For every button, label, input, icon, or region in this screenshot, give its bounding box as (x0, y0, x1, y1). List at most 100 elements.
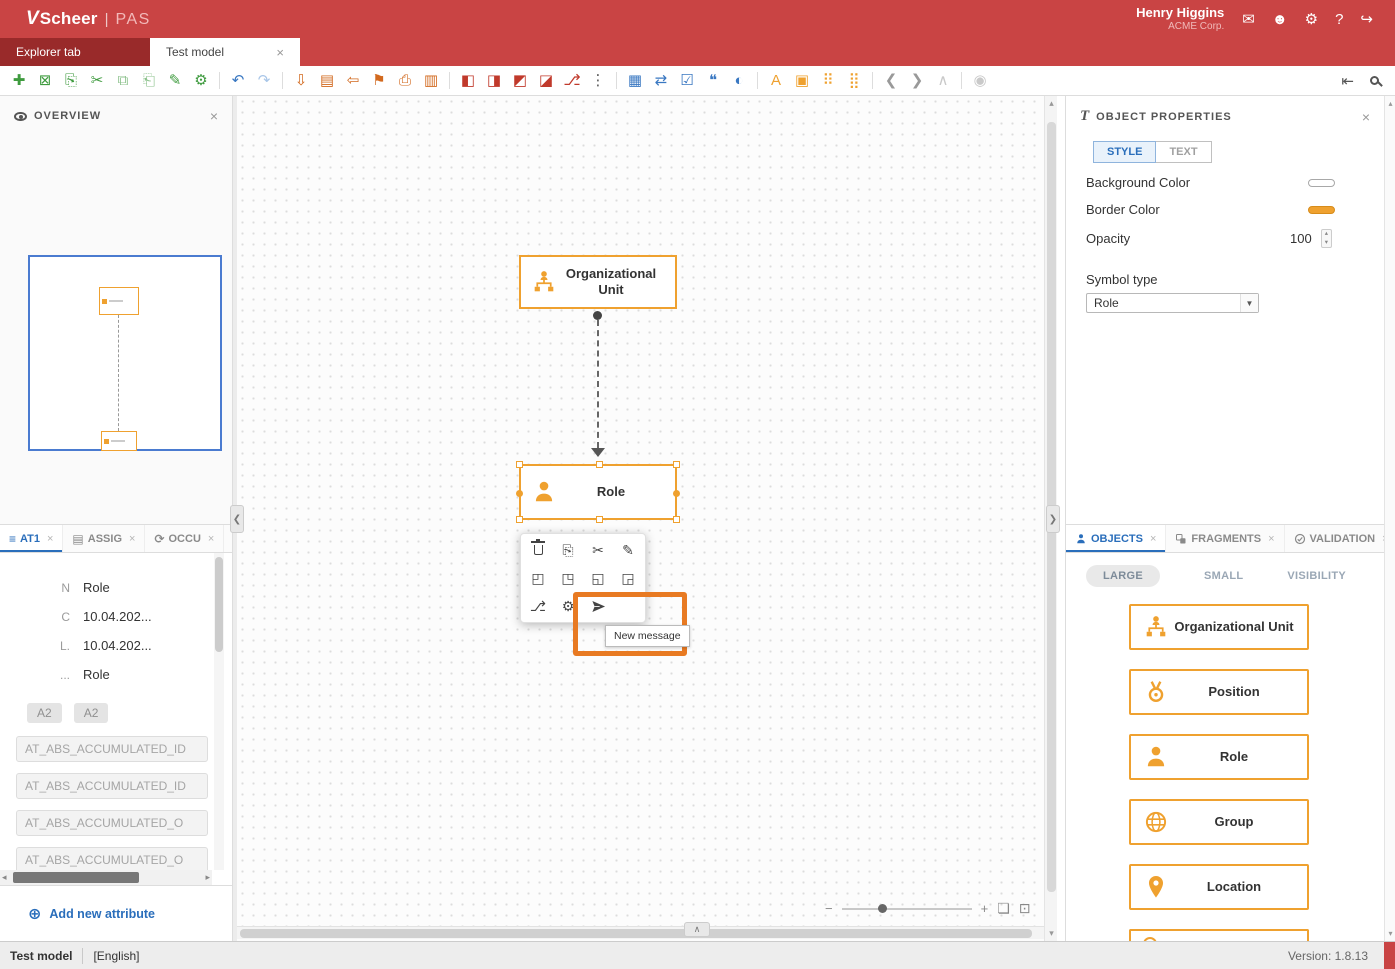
close-icon[interactable]: × (1268, 533, 1274, 545)
border-color-swatch[interactable] (1308, 206, 1335, 214)
delete-icon[interactable] (523, 536, 553, 564)
palette-item[interactable]: Location (1129, 864, 1309, 910)
collapse-bottom-button[interactable]: ∧ (684, 922, 710, 937)
attribute-row[interactable]: N Role (0, 573, 212, 602)
attribute-badge[interactable]: A2 (27, 703, 62, 723)
collapse-panel-icon[interactable]: ⇤ (1341, 72, 1354, 90)
close-icon[interactable]: × (1150, 533, 1156, 545)
resize-handle[interactable] (673, 461, 680, 468)
close-icon[interactable]: × (47, 533, 53, 545)
nav-next-icon[interactable]: ❯ (904, 67, 930, 95)
attribute-field[interactable]: AT_ABS_ACCUMULATED_ID (16, 773, 208, 799)
resize-handle[interactable] (516, 461, 523, 468)
tab-fragments[interactable]: FRAGMENTS × (1166, 525, 1284, 552)
logout-icon[interactable]: ↪ (1360, 10, 1373, 28)
tab-objects[interactable]: OBJECTS × (1066, 525, 1166, 552)
minimap-viewport[interactable] (28, 255, 222, 451)
grid-icon[interactable]: ▦ (622, 67, 648, 95)
connection-point[interactable] (673, 490, 680, 497)
attributes-horizontal-scrollbar[interactable]: ◂ ▸ (0, 870, 212, 885)
diagram-canvas[interactable]: Organizational Unit Role ⎘ ✂ ✎ ◰ ◳ ◱ ◲ ⎇… (237, 96, 1044, 941)
dots-grid-icon[interactable]: ⠿ (815, 67, 841, 95)
checkbox-icon[interactable]: ☑ (674, 67, 700, 95)
zoom-slider[interactable] (842, 908, 972, 910)
new-icon[interactable]: ✚ (6, 67, 32, 95)
align-icon[interactable]: ⇄ (648, 67, 674, 95)
tab-test-model[interactable]: Test model × (150, 38, 300, 66)
paste-top-left-icon[interactable]: ◰ (523, 564, 553, 592)
fullscreen-icon[interactable]: ❏ (997, 900, 1010, 917)
tab-validation[interactable]: VALIDATION × (1285, 525, 1384, 552)
node-organizational-unit[interactable]: Organizational Unit (519, 255, 677, 309)
scrollbar-thumb[interactable] (215, 557, 223, 652)
delete-icon[interactable]: ⊠ (32, 67, 58, 95)
close-icon[interactable]: × (208, 533, 214, 545)
cut-icon[interactable]: ✂ (84, 67, 110, 95)
tab-explorer[interactable]: Explorer tab (0, 38, 150, 66)
scroll-down-icon[interactable]: ▾ (1385, 929, 1395, 938)
connection-point[interactable] (516, 490, 523, 497)
palette-item[interactable]: Organizational Unit (1129, 604, 1309, 650)
nav-up-icon[interactable]: ∧ (930, 67, 956, 95)
attribute-row[interactable]: ... Role (0, 660, 212, 689)
user-icon[interactable]: ☻ (1272, 11, 1288, 28)
search-icon[interactable] (1370, 76, 1379, 85)
cut-icon[interactable]: ✂ (583, 536, 613, 564)
attribute-field[interactable]: AT_ABS_ACCUMULATED_ID (16, 736, 208, 762)
save-doc-icon[interactable]: ▤ (314, 67, 340, 95)
new-message-icon[interactable] (583, 592, 613, 620)
scroll-up-icon[interactable]: ▴ (1045, 98, 1058, 109)
undo-icon[interactable]: ↶ (225, 67, 251, 95)
duplicate-icon[interactable]: ⧉ (110, 67, 136, 95)
paste-bottom-left-icon[interactable]: ◱ (583, 564, 613, 592)
resize-handle[interactable] (596, 461, 603, 468)
inbox-icon[interactable]: ✉ (1242, 10, 1255, 28)
resize-handle[interactable] (673, 516, 680, 523)
paste-bottom-right-icon[interactable]: ◲ (613, 564, 643, 592)
help-icon[interactable]: ? (1335, 11, 1343, 28)
edit-pen-icon[interactable]: ✎ (162, 67, 188, 95)
tab-attributes[interactable]: ≡ AT1 × (0, 525, 63, 552)
paste-top-right-icon[interactable]: ◳ (553, 564, 583, 592)
close-icon[interactable]: × (129, 533, 135, 545)
resize-handle[interactable] (516, 516, 523, 523)
subtab-large[interactable]: LARGE (1086, 565, 1160, 587)
stepper-up-icon[interactable]: ▴ (1322, 230, 1331, 239)
attribute-field[interactable]: AT_ABS_ACCUMULATED_O (16, 847, 208, 870)
group-icon[interactable]: ◧ (455, 67, 481, 95)
paste-icon[interactable]: ⎗ (136, 67, 162, 95)
scroll-right-icon[interactable]: ▸ (205, 872, 210, 883)
more-kebab-icon[interactable]: ⋮ (585, 67, 611, 95)
connector-line[interactable] (597, 320, 599, 448)
scroll-left-icon[interactable]: ◂ (2, 872, 7, 883)
chevron-down-icon[interactable]: ▼ (1240, 294, 1258, 312)
attribute-field[interactable]: AT_ABS_ACCUMULATED_O (16, 810, 208, 836)
palette-item[interactable]: Role (1129, 734, 1309, 780)
close-icon[interactable]: × (242, 45, 284, 60)
send-back-icon[interactable]: ◪ (533, 67, 559, 95)
export-doc-icon[interactable]: ⇩ (288, 67, 314, 95)
resize-handle[interactable] (596, 516, 603, 523)
status-language[interactable]: [English] (93, 949, 139, 963)
zoom-in-button[interactable]: + (981, 901, 989, 916)
close-icon[interactable]: × (1362, 109, 1370, 125)
opacity-value[interactable]: 100 (1290, 231, 1312, 246)
scrollbar-thumb[interactable] (13, 872, 139, 883)
palette-item-partial[interactable] (1129, 929, 1309, 941)
zoom-slider-handle[interactable] (878, 904, 887, 913)
hierarchy-icon[interactable]: ⎇ (523, 592, 553, 620)
tab-style[interactable]: STYLE (1093, 141, 1156, 163)
fit-view-icon[interactable]: ⊡ (1019, 900, 1031, 917)
stepper-down-icon[interactable]: ▾ (1322, 239, 1331, 248)
tab-text[interactable]: TEXT (1155, 141, 1211, 163)
report-icon[interactable]: ▥ (418, 67, 444, 95)
copy-icon[interactable]: ⎘ (58, 67, 84, 95)
comment-icon[interactable]: ❝ (700, 67, 726, 95)
zoom-out-button[interactable]: − (825, 901, 833, 916)
settings-gear-icon[interactable]: ⚙ (1305, 10, 1318, 28)
attributes-vertical-scrollbar[interactable] (214, 553, 224, 870)
collapse-left-panel-button[interactable]: ❮ (230, 505, 244, 533)
palette-item[interactable]: Position (1129, 669, 1309, 715)
connector-anchor[interactable] (593, 311, 602, 320)
attribute-badge[interactable]: A2 (74, 703, 109, 723)
